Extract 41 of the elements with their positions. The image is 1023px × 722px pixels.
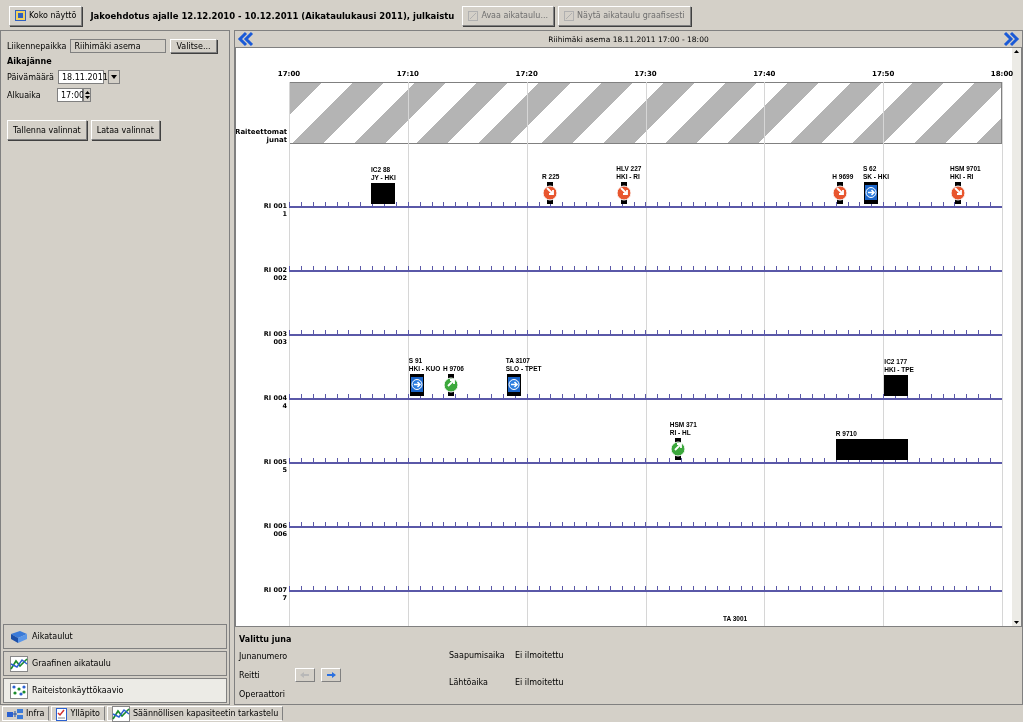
previous-button[interactable] bbox=[237, 31, 255, 47]
dropdown-button[interactable] bbox=[108, 70, 120, 84]
scrollbar[interactable] bbox=[1012, 48, 1021, 626]
bottom-tab[interactable]: Ylläpito bbox=[51, 706, 105, 721]
field-label: Reitti bbox=[239, 670, 261, 680]
caret-icon bbox=[111, 75, 117, 79]
bottom-tab[interactable]: Säännöllisen kapasiteetin tarkastelu bbox=[107, 706, 284, 721]
field-label: Junanumero bbox=[239, 651, 288, 661]
section-heading: Aikajänne bbox=[7, 57, 53, 66]
document-title: Jakoehdotus ajalle 12.12.2010 - 10.12.2011 (Aikataulukausi 2011), julkaistu bbox=[90, 10, 455, 21]
choose-button[interactable]: Valitse... bbox=[170, 39, 217, 53]
scroll-down-icon bbox=[1012, 618, 1021, 626]
field-label: Operaattori bbox=[239, 689, 286, 699]
bottom-tab[interactable]: Infra bbox=[2, 706, 50, 721]
nav-item[interactable]: Graafinen aikataulu bbox=[3, 651, 227, 676]
forward-button[interactable] bbox=[321, 668, 341, 682]
field-label: Alkuaika bbox=[7, 90, 42, 100]
next-button[interactable] bbox=[1002, 31, 1020, 47]
field-value: Ei ilmoitettu bbox=[515, 650, 564, 660]
nav-item[interactable]: Aikataulut bbox=[3, 624, 227, 649]
network-icon bbox=[7, 707, 23, 720]
full-screen-button[interactable]: Koko näyttö bbox=[9, 5, 83, 26]
field-label: Lähtöaika bbox=[449, 677, 489, 687]
spinner-arrows-icon bbox=[84, 90, 90, 100]
load-button[interactable]: Lataa valinnat bbox=[90, 120, 160, 140]
field-label: Päivämäärä bbox=[7, 72, 54, 82]
time-field[interactable]: 17:00 bbox=[57, 88, 83, 102]
book-icon bbox=[10, 629, 28, 644]
clipboard-icon bbox=[56, 706, 68, 721]
dots-icon bbox=[10, 682, 28, 699]
arrow-icon bbox=[326, 671, 336, 679]
field-label: Saapumisaika bbox=[449, 650, 506, 660]
location-field[interactable]: Riihimäki asema bbox=[70, 39, 167, 53]
spinner-button[interactable] bbox=[83, 88, 91, 102]
panel-heading: Valittu juna bbox=[239, 635, 293, 644]
field-value: Ei ilmoitettu bbox=[515, 677, 564, 687]
field-label: Liikennepaikka bbox=[7, 41, 67, 51]
full-screen-icon bbox=[15, 10, 26, 21]
nav-item[interactable]: Raiteistonkäyttökaavio bbox=[3, 678, 227, 703]
save-button[interactable]: Tallenna valinnat bbox=[7, 120, 87, 140]
arrow-icon bbox=[300, 671, 310, 679]
